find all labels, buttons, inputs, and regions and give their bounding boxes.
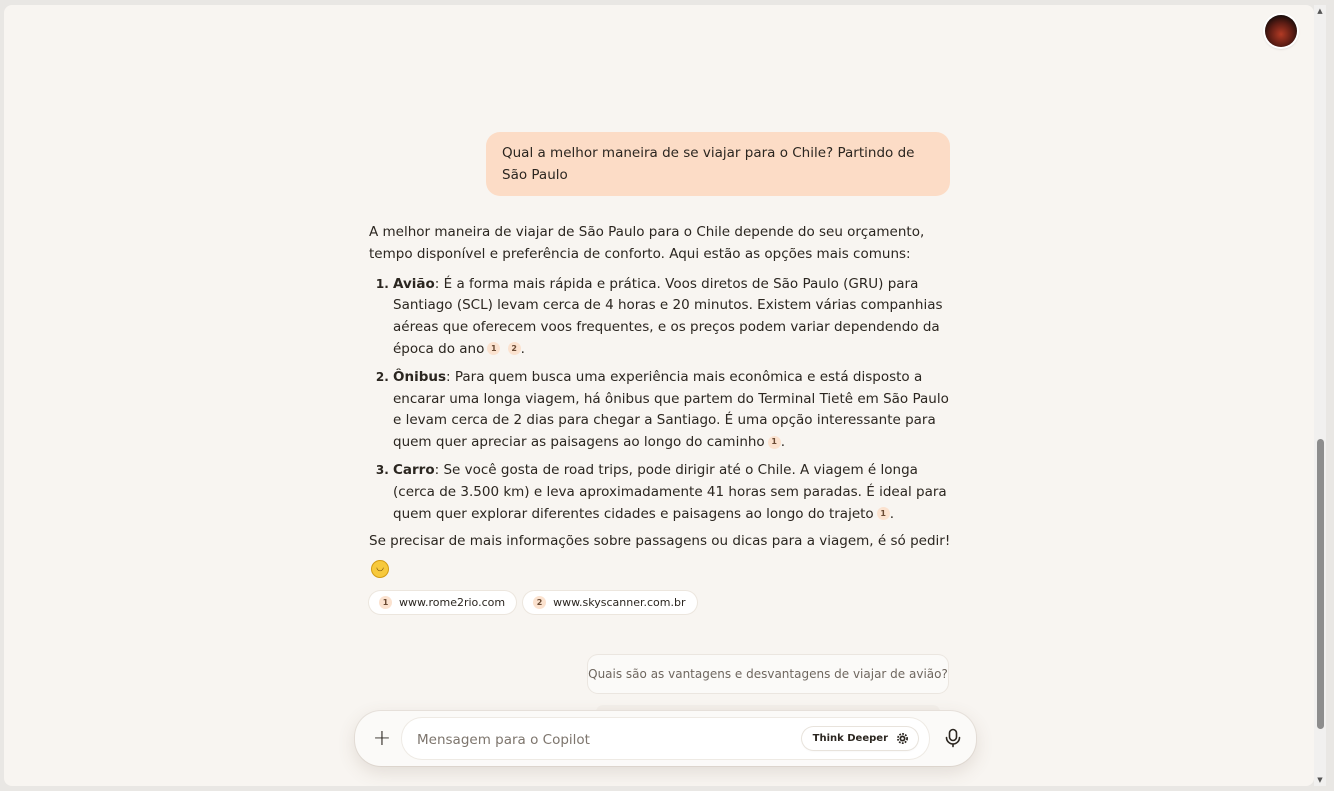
option-text: : Se você gosta de road trips, pode diri… xyxy=(393,461,947,522)
option-text: : É a forma mais rápida e prática. Voos … xyxy=(393,275,943,357)
period: . xyxy=(889,505,894,522)
source-label: www.skyscanner.com.br xyxy=(553,595,686,609)
citation-badge[interactable]: 1 xyxy=(767,435,781,449)
list-item: Carro: Se você gosta de road trips, pode… xyxy=(393,460,954,525)
smiling-face-emoji: ◡ xyxy=(371,560,389,579)
period: . xyxy=(780,434,785,451)
think-deeper-button[interactable]: Think Deeper xyxy=(801,727,918,750)
citation-badge[interactable]: 1 xyxy=(876,506,890,520)
option-title: Ônibus xyxy=(393,368,447,385)
source-number-badge: 2 xyxy=(533,596,547,610)
user-avatar[interactable] xyxy=(1265,15,1297,47)
citation-badge[interactable]: 1 xyxy=(487,342,501,356)
outro-text: Se precisar de mais informações sobre pa… xyxy=(369,533,951,550)
answer-options-list: Avião: É a forma mais rápida e prática. … xyxy=(369,274,954,526)
answer-intro: A melhor maneira de viajar de São Paulo … xyxy=(369,224,925,262)
scroll-up-arrow-icon[interactable]: ▲ xyxy=(1316,7,1324,15)
user-message-bubble: Qual a melhor maneira de se viajar para … xyxy=(486,132,950,196)
period: . xyxy=(520,340,525,357)
scrollbar-thumb[interactable] xyxy=(1317,439,1324,729)
vertical-scrollbar[interactable]: ▲ ▼ xyxy=(1314,5,1326,786)
source-chip[interactable]: 2 www.skyscanner.com.br xyxy=(523,591,697,615)
citation-badge[interactable]: 2 xyxy=(507,342,521,356)
source-label: www.rome2rio.com xyxy=(399,595,506,609)
option-title: Carro xyxy=(393,461,435,478)
message-composer: + Think Deeper xyxy=(355,711,976,766)
message-input-wrapper: Think Deeper xyxy=(402,718,929,761)
scroll-down-arrow-icon[interactable]: ▼ xyxy=(1316,776,1324,784)
message-input[interactable] xyxy=(415,718,809,761)
think-deeper-label: Think Deeper xyxy=(812,733,888,744)
plus-icon[interactable]: + xyxy=(366,723,398,755)
chat-window: Qual a melhor maneira de se viajar para … xyxy=(4,5,1314,786)
source-number-badge: 1 xyxy=(379,596,392,610)
list-item: Ônibus: Para quem busca uma experiência … xyxy=(393,367,954,454)
microphone-icon[interactable] xyxy=(939,724,967,752)
option-text: : Para quem busca uma experiência mais e… xyxy=(393,368,949,451)
gear-icon xyxy=(897,733,908,744)
sources-row: 1 www.rome2rio.com 2 www.skyscanner.com.… xyxy=(369,591,954,615)
option-title: Avião xyxy=(393,275,435,292)
source-chip[interactable]: 1 www.rome2rio.com xyxy=(369,591,517,615)
suggested-prompt-button[interactable]: Quais são as vantagens e desvantagens de… xyxy=(588,655,948,693)
answer-outro: Se precisar de mais informações sobre pa… xyxy=(369,531,954,579)
assistant-answer: A melhor maneira de viajar de São Paulo … xyxy=(369,222,954,615)
list-item: Avião: É a forma mais rápida e prática. … xyxy=(393,274,954,361)
